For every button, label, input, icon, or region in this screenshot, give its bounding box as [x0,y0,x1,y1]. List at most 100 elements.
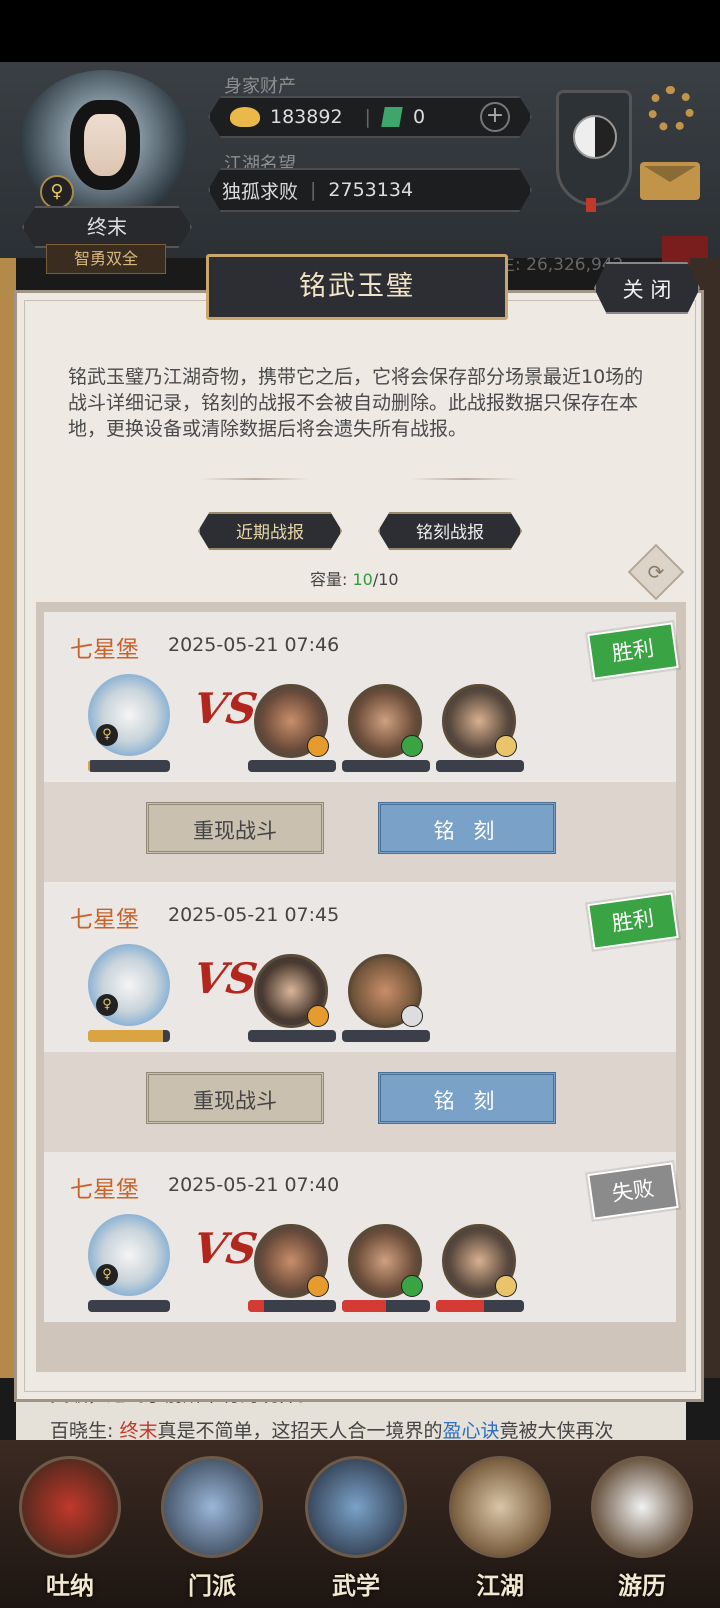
tab-engraved-reports[interactable]: 铭刻战报 [378,512,522,550]
nav-item-travel[interactable]: 游历 [582,1456,702,1606]
mail-icon[interactable] [640,162,700,200]
capacity-indicator: 容量: 10/10 [310,566,399,590]
vs-icon: VS [190,954,261,1003]
chat-player-name[interactable]: 终末 [119,1420,157,1442]
enemy-portrait [348,684,423,758]
engrave-button[interactable]: 铭 刻 [378,1072,556,1124]
capacity-total: /10 [372,570,399,589]
faction-icon [307,1005,329,1027]
assets-label: 身家财产 [224,76,296,97]
capacity-label: 容量: [310,570,353,589]
enemy-portrait [254,954,329,1028]
jade-icon [381,107,403,127]
hp-fill [342,1300,386,1312]
faction-icon [307,735,329,757]
player-portrait: ♀ [88,1214,170,1296]
result-badge: 胜利 [587,892,679,950]
hp-fill [248,1300,264,1312]
nav-label: 武学 [332,1571,380,1600]
nav-label: 门派 [188,1571,236,1600]
chat-speaker: 百晓生: [50,1420,120,1442]
record-actions: 重现战斗 铭 刻 [44,1052,676,1152]
taiji-icon[interactable] [556,90,632,206]
chat-text: 真是不简单，这招天人合一境界的 [157,1420,443,1442]
settings-gear-icon[interactable] [648,86,694,132]
divider: | [310,179,317,201]
enemy-portrait [348,1224,423,1298]
record-time: 2025-05-21 07:45 [168,904,340,926]
meditation-icon [19,1456,121,1558]
result-badge: 失败 [587,1162,679,1220]
modal-title: 铭武玉璧 [299,271,415,302]
battle-record: 七星堡 2025-05-21 07:40 失败 ♀ VS [44,1152,679,1322]
add-currency-button[interactable]: + [480,102,510,132]
close-button[interactable]: 关 闭 [594,262,700,314]
assets-bar: 183892 | 0 + [208,96,532,138]
vs-icon: VS [190,1224,261,1273]
hp-fill [88,1030,164,1042]
enemy-hp-bar [248,1300,336,1312]
engrave-button[interactable]: 铭 刻 [378,802,556,854]
sect-icon [161,1456,263,1558]
enemy-hp-bar [342,760,430,772]
gender-icon: ♀ [96,724,118,746]
nav-item-tuna[interactable]: 吐纳 [10,1456,130,1606]
chat-skill-link[interactable]: 盈心诀 [442,1420,499,1442]
faction-icon [495,1275,517,1297]
chat-line: 百晓生: 终末真是不简单，这招天人合一境界的盈心诀竟被大侠再次 [50,1416,614,1443]
martial-arts-icon [305,1456,407,1558]
enemy-portrait [442,684,517,758]
record-summary: 七星堡 2025-05-21 07:40 失败 ♀ VS [44,1152,679,1322]
nav-item-jianghu[interactable]: 江湖 [440,1456,560,1606]
faction-icon [401,1005,423,1027]
player-portrait: ♀ [88,944,170,1026]
result-badge: 胜利 [587,622,679,680]
faction-icon [401,1275,423,1297]
enemy-hp-bar [436,760,524,772]
record-time: 2025-05-21 07:46 [168,634,340,656]
vs-icon: VS [190,684,261,733]
enemy-hp-bar [436,1300,524,1312]
gender-icon: ♀ [40,175,74,209]
battle-record: 七星堡 2025-05-21 07:45 胜利 ♀ VS 重现战斗 铭 刻 [44,882,679,1152]
record-summary: 七星堡 2025-05-21 07:45 胜利 ♀ VS [44,882,679,1052]
gender-icon: ♀ [96,994,118,1016]
enemy-hp-bar [248,760,336,772]
nav-label: 吐纳 [46,1571,94,1600]
modal-description: 铭武玉璧乃江湖奇物，携带它之后，它将会保存部分场景最近10场的战斗详细记录，铭刻… [68,366,644,440]
decorative-divider [200,478,310,480]
chat-text-end: 竟被大侠再次 [499,1420,614,1442]
enemy-hp-bar [342,1030,430,1042]
replay-battle-button[interactable]: 重现战斗 [146,802,324,854]
hp-fill [436,1300,485,1312]
nav-label: 江湖 [476,1571,524,1600]
enemy-hp-bar [342,1300,430,1312]
enemy-portrait [348,954,423,1028]
capacity-used: 10 [352,570,373,589]
player-hp-bar [88,760,170,772]
player-hp-bar [88,1030,170,1042]
player-hp-bar [88,1300,170,1312]
enemy-hp-bar [248,1030,336,1042]
battle-record: 七星堡 2025-05-21 07:46 胜利 ♀ VS 重现战斗 铭 刻 [44,612,679,882]
gold-ingot-icon [230,107,260,127]
refresh-icon: ⟳ [647,560,665,584]
fame-bar: 独孤求败 | 2753134 [208,168,532,212]
travel-horse-icon [591,1456,693,1558]
record-actions: 重现战斗 铭 刻 [44,782,676,882]
replay-battle-button[interactable]: 重现战斗 [146,1072,324,1124]
record-location: 七星堡 [70,907,139,933]
decorative-divider [410,478,520,480]
record-time: 2025-05-21 07:40 [168,1174,340,1196]
enemy-portrait [442,1224,517,1298]
jade-amount: 0 [412,106,426,128]
tassel-decoration [586,198,596,212]
nav-item-martial-arts[interactable]: 武学 [296,1456,416,1606]
tab-recent-reports[interactable]: 近期战报 [198,512,342,550]
record-location: 七星堡 [70,1177,139,1203]
jianghu-hat-icon [449,1456,551,1558]
enemy-portrait [254,684,329,758]
record-location: 七星堡 [70,637,139,663]
gold-amount: 183892 [270,106,343,128]
nav-item-sect[interactable]: 门派 [152,1456,272,1606]
